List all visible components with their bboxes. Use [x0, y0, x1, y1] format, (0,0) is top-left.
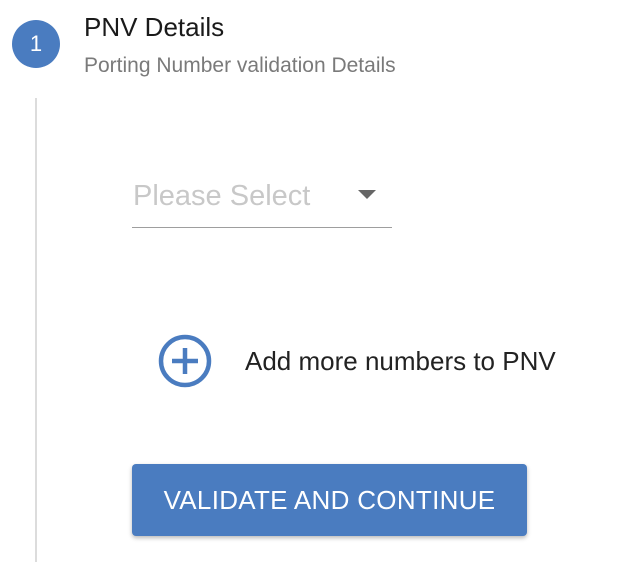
step-number: 1 [29, 31, 43, 56]
add-more-numbers-button[interactable]: Add more numbers to PNV [158, 334, 556, 388]
step-number-badge: 1 [12, 20, 60, 68]
caret-down-icon [358, 190, 376, 199]
step-connector-line [35, 98, 37, 562]
step-subtitle: Porting Number validation Details [84, 54, 396, 77]
validate-and-continue-button[interactable]: VALIDATE AND CONTINUE [132, 464, 527, 536]
add-more-numbers-label[interactable]: Add more numbers to PNV [245, 346, 556, 377]
select-placeholder: Please Select [133, 180, 311, 212]
plus-circle-icon[interactable] [158, 334, 212, 388]
number-select-dropdown[interactable]: Please Select [132, 170, 392, 228]
pnv-step-panel: 1 PNV Details Porting Number validation … [0, 0, 620, 562]
step-title: PNV Details [84, 12, 225, 42]
